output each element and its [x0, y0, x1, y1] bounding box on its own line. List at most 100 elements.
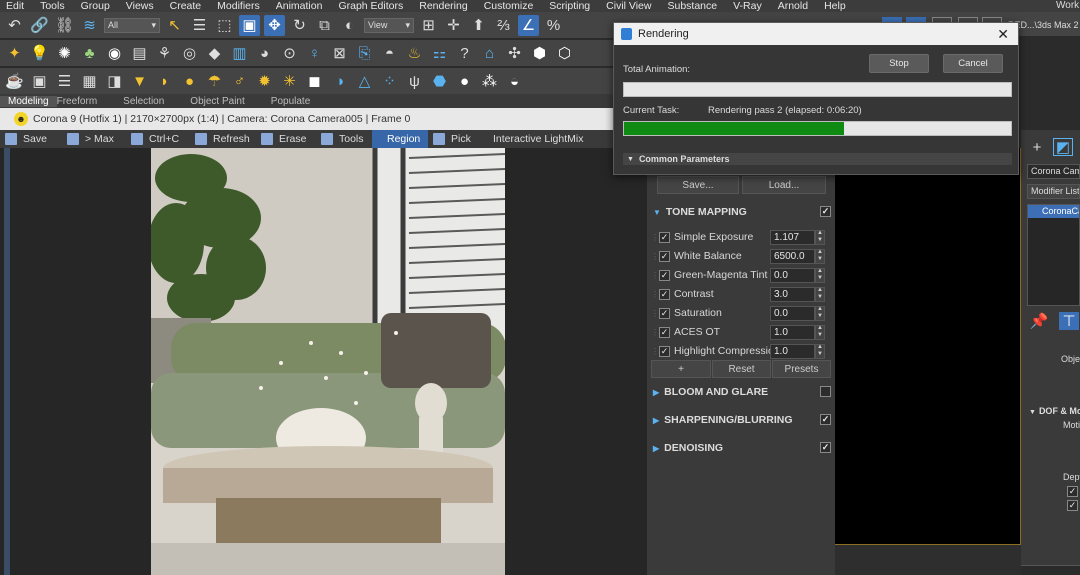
cancel-button[interactable]: Cancel	[943, 54, 1003, 73]
link-icon[interactable]: 🔗	[29, 15, 50, 36]
saturation-input[interactable]: 0.0	[770, 305, 815, 321]
volume-icon[interactable]: ◆	[204, 43, 225, 64]
spinner[interactable]: ▲ ▼	[815, 324, 825, 340]
menu-help[interactable]: Help	[818, 0, 856, 12]
pin-stack-icon[interactable]: 📌	[1029, 312, 1049, 330]
place-icon[interactable]: ◐	[339, 15, 360, 36]
spinner[interactable]: ▲ ▼	[815, 267, 825, 283]
multi-sphere-icon[interactable]: ⁂	[479, 71, 500, 92]
menu-animation[interactable]: Animation	[270, 0, 333, 12]
move-icon[interactable]: ✥	[264, 14, 285, 36]
undo-icon[interactable]: ↶	[4, 15, 25, 36]
stop-button[interactable]: Stop	[869, 54, 929, 73]
menu-rendering[interactable]: Rendering	[413, 0, 477, 12]
to-max-button[interactable]: > Max	[62, 130, 126, 148]
green-magenta-input[interactable]: 0.0	[770, 267, 815, 283]
window-crossing-icon[interactable]: ▣	[239, 14, 260, 36]
bind-spacewarp-icon[interactable]: ≋	[79, 15, 100, 36]
camera-view-icon[interactable]: ◨	[104, 71, 125, 92]
options-icon[interactable]: ⊠	[329, 43, 350, 64]
hex-settings-icon[interactable]: ⬡	[554, 43, 575, 64]
modify-icon[interactable]: ◩	[1053, 138, 1073, 156]
selection-filter-dropdown[interactable]: All ▾	[104, 17, 160, 33]
stack-item[interactable]: CoronaCa	[1028, 205, 1079, 218]
camera-viewport[interactable]	[835, 148, 1021, 545]
spotlight-icon[interactable]: ▼	[129, 71, 150, 92]
menu-views[interactable]: Views	[120, 0, 164, 12]
box-icon[interactable]: ◼	[304, 71, 325, 92]
checkbox[interactable]: ✓	[1067, 486, 1078, 497]
menu-group[interactable]: Group	[75, 0, 120, 12]
menu-arnold[interactable]: Arnold	[772, 0, 818, 12]
menu-scripting[interactable]: Scripting	[543, 0, 600, 12]
menu-substance[interactable]: Substance	[661, 0, 727, 12]
tab-selection[interactable]: Selection	[123, 96, 190, 107]
spinner[interactable]: ▲ ▼	[815, 248, 825, 264]
highlight-compression-input[interactable]: 1.0	[770, 343, 815, 359]
target-icon[interactable]: ⊙	[279, 43, 300, 64]
tab-populate[interactable]: Populate	[271, 96, 336, 107]
script-icon[interactable]: ⌂	[479, 43, 500, 64]
fur-icon[interactable]: ψ	[404, 71, 425, 92]
menu-tools[interactable]: Tools	[34, 0, 75, 12]
tab-modeling[interactable]: Modeling	[0, 95, 57, 107]
sharpening-header[interactable]: ▶ SHARPENING/BLURRING ✓	[647, 411, 835, 429]
highlight-compression-checkbox[interactable]: ✓	[659, 345, 670, 357]
unlink-icon[interactable]: ⛓	[54, 15, 75, 36]
denoising-header[interactable]: ▶ DENOISING ✓	[647, 439, 835, 457]
menu-graph-editors[interactable]: Graph Editors	[332, 0, 413, 12]
denoising-checkbox[interactable]: ✓	[820, 442, 831, 453]
help-icon[interactable]: ?	[454, 43, 475, 64]
angle-snap-icon[interactable]: ∠	[518, 14, 539, 36]
proxy-icon[interactable]: ◉	[104, 43, 125, 64]
move-gizmo-icon[interactable]: ✣	[504, 43, 525, 64]
sphere-light-icon[interactable]: ●	[179, 71, 200, 92]
region-button[interactable]: Region	[372, 130, 428, 148]
saturation-checkbox[interactable]: ✓	[659, 307, 670, 319]
shader-ball-icon[interactable]: ◒	[504, 71, 525, 92]
pivot-center-icon[interactable]: ⊞	[418, 15, 439, 36]
aces-ot-input[interactable]: 1.0	[770, 324, 815, 340]
save-settings-button[interactable]: Save...	[657, 176, 739, 194]
select-manipulate-icon[interactable]: ✛	[443, 15, 464, 36]
white-balance-input[interactable]: 6500.0	[770, 248, 815, 264]
spinner[interactable]: ▲ ▼	[815, 305, 825, 321]
render-frame-icon[interactable]: ▣	[29, 71, 50, 92]
bloom-glare-checkbox[interactable]	[820, 386, 831, 397]
sky-light-icon[interactable]: ✳	[279, 71, 300, 92]
render-icon[interactable]: ▥	[229, 43, 250, 64]
contrast-input[interactable]: 3.0	[770, 286, 815, 302]
menu-civil-view[interactable]: Civil View	[600, 0, 661, 12]
pyramid-icon[interactable]: △	[354, 71, 375, 92]
sphere-icon[interactable]: ●	[454, 71, 475, 92]
scatter-icon[interactable]: ⚘	[154, 43, 175, 64]
fire-icon[interactable]: ♨	[404, 43, 425, 64]
simple-exposure-checkbox[interactable]: ✓	[659, 231, 670, 243]
sequence-icon[interactable]: ⚏	[429, 43, 450, 64]
tab-object-paint[interactable]: Object Paint	[190, 96, 270, 107]
copy-button[interactable]: Ctrl+C	[126, 130, 190, 148]
sharpening-checkbox[interactable]: ✓	[820, 414, 831, 425]
hex-icon[interactable]: ⬢	[529, 43, 550, 64]
menu-v-ray[interactable]: V-Ray	[727, 0, 772, 12]
rectangular-selection-icon[interactable]: ⬚	[214, 15, 235, 36]
spinner[interactable]: ▲ ▼	[815, 343, 825, 359]
material-icon[interactable]: ◕	[254, 43, 275, 64]
scale-icon[interactable]: ⧉	[314, 15, 335, 36]
tone-mapping-header[interactable]: ▼ TONE MAPPING ✓	[647, 203, 835, 221]
refresh-button[interactable]: Refresh	[190, 130, 256, 148]
render-image[interactable]	[151, 148, 505, 575]
fluid-icon[interactable]: ⬣	[429, 71, 450, 92]
decal-icon[interactable]: ▤	[129, 43, 150, 64]
tools-button[interactable]: Tools	[316, 130, 372, 148]
pick-button[interactable]: Pick	[428, 130, 488, 148]
keyboard-shortcut-icon[interactable]: ⬆	[468, 15, 489, 36]
add-operator-button[interactable]: +	[651, 360, 711, 378]
show-end-result-icon[interactable]: ⊤	[1059, 312, 1079, 330]
load-settings-button[interactable]: Load...	[742, 176, 826, 194]
geosphere-icon[interactable]: ◑	[329, 71, 350, 92]
white-balance-checkbox[interactable]: ✓	[659, 250, 670, 262]
dots-icon[interactable]: ⁘	[379, 71, 400, 92]
create-plus-icon[interactable]: +	[1027, 138, 1047, 156]
simple-exposure-input[interactable]: 1.107	[770, 229, 815, 245]
